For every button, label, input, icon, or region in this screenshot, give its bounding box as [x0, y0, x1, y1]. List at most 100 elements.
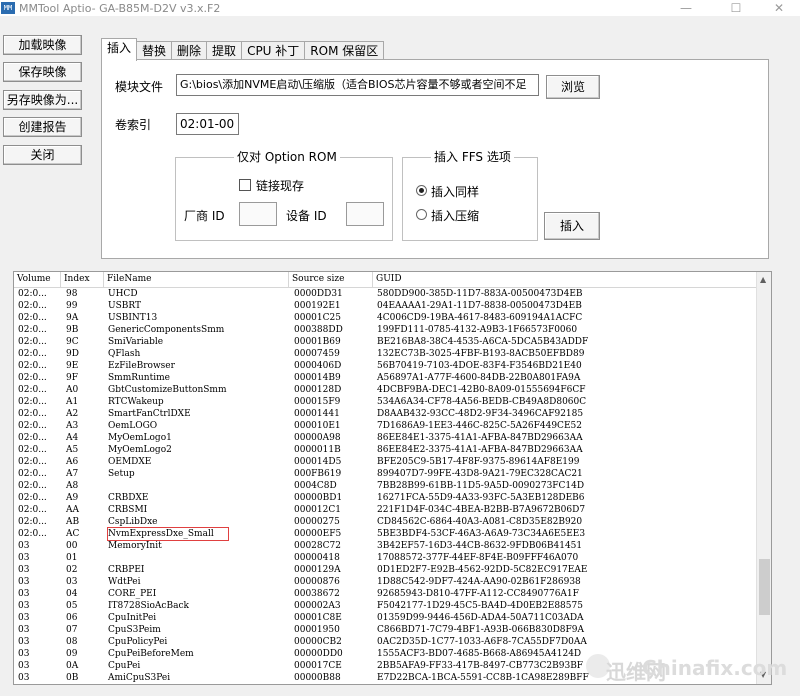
table-row[interactable]: 02:0... A5 MyOemLogo2 0000011B 86EE84E2-3375…: [14, 444, 756, 456]
table-row[interactable]: 02:0... A3 OemLOGO 000010E1 7D1686A9-1EE3-44…: [14, 420, 756, 432]
cell-guid: E7D22BCA-1BCA-5591-CC8B-1CA98E289BFF: [377, 673, 589, 683]
cell-index: 9F: [66, 373, 78, 383]
table-row[interactable]: 03 01 00000418 17088572-377F-44EF-8F4E-B09F…: [14, 552, 756, 564]
table-row[interactable]: 03 06 CpuInitPei 00001C8E 01359D99-9446-456D…: [14, 612, 756, 624]
column-header-filename[interactable]: FileName: [104, 272, 289, 287]
cell-guid: 2BB5AFA9-FF33-417B-8497-CB773C2B93BF: [377, 661, 584, 671]
cell-index: A2: [66, 409, 79, 419]
table-row[interactable]: 02:0... A0 GbtCustomizeButtonSmm 0000128D 4D…: [14, 384, 756, 396]
table-row[interactable]: 02:0... A9 CRBDXE 00000BD1 16271FCA-55D9-4A3…: [14, 492, 756, 504]
cell-filename: EzFileBrowser: [108, 361, 175, 371]
table-row[interactable]: 02:0... A8 0004C8D 7BB28B99-61BB-11D5-9A5D-…: [14, 480, 756, 492]
ffs-file-table[interactable]: Volume Index FileName Source size GUID 0…: [13, 271, 772, 685]
insert-button[interactable]: 插入: [544, 212, 600, 240]
cell-guid: 92685943-D810-47FF-A112-CC8490776A1F: [377, 589, 579, 599]
table-row[interactable]: 02:0... A6 OEMDXE 000014D5 BFE205C9-5B17-4F8…: [14, 456, 756, 468]
cell-index: A3: [66, 421, 79, 431]
cell-volume: 03: [18, 673, 30, 683]
cell-volume: 02:0...: [18, 325, 47, 335]
tab-bar: 插入 替换 删除 提取 CPU 补丁 ROM 保留区: [101, 38, 385, 61]
column-header-source-size[interactable]: Source size: [289, 272, 373, 287]
create-report-button[interactable]: 创建报告: [3, 117, 82, 137]
table-row[interactable]: 02:0... 9C SmiVariable 00001B69 BE216BA8-38C…: [14, 336, 756, 348]
load-image-button[interactable]: 加载映像: [3, 35, 82, 55]
cell-source-size: 000014B9: [294, 373, 341, 383]
option-rom-group-title: 仅对 Option ROM: [234, 150, 340, 164]
table-row[interactable]: 02:0... 9E EzFileBrowser 0000406D 56B70419-7…: [14, 360, 756, 372]
link-existing-checkbox[interactable]: [239, 179, 251, 191]
table-row[interactable]: 02:0... A2 SmartFanCtrlDXE 00001441 D8AAB432…: [14, 408, 756, 420]
cell-guid: D8AAB432-93CC-48D2-9F34-3496CAF92185: [377, 409, 584, 419]
table-row[interactable]: 02:0... A4 MyOemLogo1 00000A98 86EE84E1-3375…: [14, 432, 756, 444]
cell-volume: 03: [18, 589, 30, 599]
minimize-button[interactable]: —: [663, 0, 709, 16]
table-row[interactable]: 02:0... A7 Setup 000FB619 899407D7-99FE-43D8…: [14, 468, 756, 480]
insert-compressed-radio[interactable]: [416, 209, 427, 220]
table-row[interactable]: 03 08 CpuPolicyPei 00000CB2 0AC2D35D-1C77-10…: [14, 636, 756, 648]
insert-same-radio[interactable]: [416, 185, 427, 196]
cell-filename: Setup: [108, 469, 135, 479]
scrollbar-thumb[interactable]: [759, 559, 770, 615]
cell-volume: 02:0...: [18, 445, 47, 455]
table-row[interactable]: 03 04 CORE_PEI 00038672 92685943-D810-47FF-A…: [14, 588, 756, 600]
tab-delete[interactable]: 删除: [171, 41, 208, 61]
column-header-volume[interactable]: Volume: [14, 272, 61, 287]
cell-source-size: 00001441: [294, 409, 340, 419]
vertical-scrollbar[interactable]: ▲ ▼: [756, 272, 771, 684]
table-row[interactable]: 02:0... 99 USBRT 000192E1 04EAAAA1-29A1-11D7…: [14, 300, 756, 312]
cell-volume: 02:0...: [18, 457, 47, 467]
tab-extract[interactable]: 提取: [206, 41, 243, 61]
maximize-button[interactable]: ☐: [713, 0, 759, 16]
close-button[interactable]: ✕: [756, 0, 800, 16]
table-row[interactable]: 02:0... 9B GenericComponentsSmm 000388DD 199…: [14, 324, 756, 336]
table-body: 02:0... 98 UHCD 0000DD31 580DD900-385D-11D7-…: [14, 288, 756, 684]
cell-index: 01: [66, 553, 78, 563]
save-image-as-button[interactable]: 另存映像为...: [3, 90, 82, 110]
table-row[interactable]: 02:0... AC NvmExpressDxe_Small 00000EF5 5BE3…: [14, 527, 756, 541]
cell-source-size: 000014D5: [294, 457, 342, 467]
volume-index-field[interactable]: 02:01-00: [176, 113, 239, 135]
cell-index: A6: [66, 457, 79, 467]
cell-volume: 02:0...: [18, 505, 47, 515]
option-rom-group: 仅对 Option ROM 链接现存 厂商 ID 设备 ID: [175, 150, 393, 241]
cell-index: 9E: [66, 361, 79, 371]
table-row[interactable]: 02:0... 98 UHCD 0000DD31 580DD900-385D-11D7-…: [14, 288, 756, 300]
cell-index: A7: [66, 469, 79, 479]
cell-volume: 02:0...: [18, 517, 47, 527]
table-row[interactable]: 03 00 MemoryInit 00028C72 3B42EF57-16D3-44CB…: [14, 540, 756, 552]
cell-filename: SmartFanCtrlDXE: [108, 409, 191, 419]
column-header-index[interactable]: Index: [61, 272, 104, 287]
tab-replace[interactable]: 替换: [136, 41, 173, 61]
tab-insert[interactable]: 插入: [101, 38, 138, 61]
cell-source-size: 0000406D: [294, 361, 342, 371]
device-id-field[interactable]: [346, 202, 384, 226]
save-image-button[interactable]: 保存映像: [3, 62, 82, 82]
table-row[interactable]: 02:0... 9A USBINT13 00001C25 4C006CD9-19BA-4…: [14, 312, 756, 324]
table-row[interactable]: 02:0... AA CRBSMI 000012C1 221F1D4F-034C-4BE…: [14, 504, 756, 516]
table-row[interactable]: 02:0... 9D QFlash 00007459 132EC73B-3025-4FB…: [14, 348, 756, 360]
table-row[interactable]: 02:0... AB CspLibDxe 00000275 CD84562C-6864-…: [14, 516, 756, 528]
cell-filename: CRBDXE: [108, 493, 149, 503]
vendor-id-field[interactable]: [239, 202, 277, 226]
table-row[interactable]: 03 02 CRBPEI 0000129A 0D1ED2F7-E92B-4562-92D…: [14, 564, 756, 576]
cell-guid: 3B42EF57-16D3-44CB-8632-9FDB06B41451: [377, 541, 583, 551]
column-header-guid[interactable]: GUID: [373, 272, 756, 287]
table-row[interactable]: 03 03 WdtPei 00000876 1D88C542-9DF7-424A-AA9…: [14, 576, 756, 588]
cell-index: 9C: [66, 337, 79, 347]
table-row[interactable]: 02:0... 9F SmmRuntime 000014B9 A56897A1-A77F…: [14, 372, 756, 384]
cell-guid: 899407D7-99FE-43D8-9A21-79EC328CAC21: [377, 469, 583, 479]
cell-filename: USBINT13: [108, 313, 158, 323]
table-row[interactable]: 02:0... A1 RTCWakeup 000015F9 534A6A34-CF78-…: [14, 396, 756, 408]
close-app-button[interactable]: 关闭: [3, 145, 82, 165]
browse-button[interactable]: 浏览: [546, 75, 600, 99]
module-file-field[interactable]: G:\bios\添加NVME启动\压缩版（适合BIOS芯片容量不够或者空间不足: [176, 74, 539, 96]
scroll-up-arrow-icon[interactable]: ▲: [760, 275, 766, 284]
tab-cpu-patch[interactable]: CPU 补丁: [241, 41, 306, 61]
cell-volume: 02:0...: [18, 337, 47, 347]
table-row[interactable]: 03 07 CpuS3Peim 00001950 C866BD71-7C79-4BF1-…: [14, 624, 756, 636]
tab-rom-hole[interactable]: ROM 保留区: [304, 41, 385, 61]
cell-source-size: 000010E1: [294, 421, 341, 431]
cell-source-size: 000388DD: [294, 325, 343, 335]
table-row[interactable]: 03 05 IT8728SioAcBack 000002A3 F5042177-1D29…: [14, 600, 756, 612]
cell-guid: 56B70419-7103-4DOE-83F4-F3546BD21E40: [377, 361, 582, 371]
